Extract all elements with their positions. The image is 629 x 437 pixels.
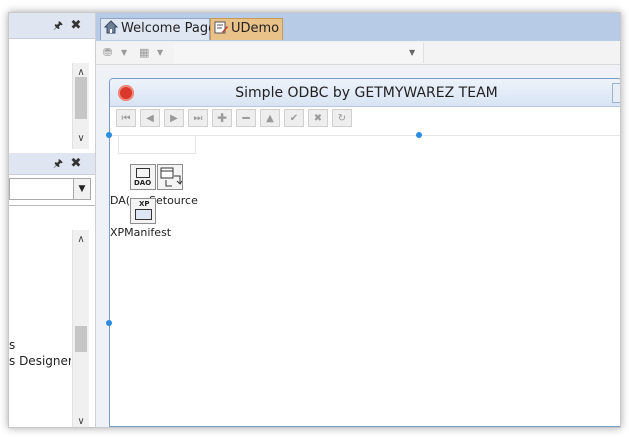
dao-component[interactable]: DAO: [130, 164, 156, 190]
app-logo-icon: [118, 85, 134, 101]
nav-prior-button[interactable]: ◀: [140, 109, 160, 127]
form-designer-window[interactable]: Simple ODBC by GETMYWAREZ TEAM ⏮ ◀ ▶ ⏭ ✚…: [109, 78, 620, 427]
pin-icon[interactable]: 🖈: [51, 18, 65, 34]
component-icon[interactable]: ▦: [139, 45, 149, 61]
component-badge: DAO: [134, 179, 152, 187]
chevron-down-icon[interactable]: ▼: [121, 45, 127, 61]
component-label-xpmanifest: XPManifest: [110, 226, 172, 239]
document-tab-strip: Welcome Page UDemo: [96, 13, 620, 41]
selection-handle[interactable]: [416, 132, 422, 138]
lower-pane-list: s s Designer ∧ ∨: [9, 205, 95, 427]
scroll-up-icon[interactable]: ∧: [73, 234, 89, 246]
window-icon: [136, 168, 150, 178]
nav-next-button[interactable]: ▶: [164, 109, 184, 127]
upper-scrollbar[interactable]: ∧ ∨: [72, 63, 89, 149]
grid-header-stub: [118, 136, 196, 154]
lower-pane-header: 🖈 ✖: [9, 153, 95, 175]
datasource-icon: [160, 167, 182, 187]
nav-insert-button[interactable]: ✚: [212, 109, 232, 127]
nav-delete-button[interactable]: ━: [236, 109, 256, 127]
home-icon: [104, 20, 118, 34]
nav-last-button[interactable]: ⏭: [188, 109, 208, 127]
scroll-down-icon[interactable]: ∨: [73, 133, 89, 145]
db-navigator: ⏮ ◀ ▶ ⏭ ✚ ━ ▲ ✔ ✖ ↻: [116, 109, 360, 129]
upper-pane-body: ∧ ∨: [9, 39, 95, 149]
database-icon[interactable]: ⛃: [103, 45, 112, 61]
form-title: Simple ODBC by GETMYWAREZ TEAM: [235, 85, 498, 101]
chevron-down-icon[interactable]: ▼: [157, 45, 163, 61]
object-selector-combo[interactable]: ▼: [174, 43, 424, 63]
component-label-datasource: Setource: [149, 194, 198, 207]
scroll-thumb[interactable]: [75, 77, 87, 119]
datasource-component[interactable]: [157, 164, 183, 190]
form-client-area[interactable]: DAO DA( Setource XP XPManifest: [110, 135, 620, 426]
close-icon[interactable]: ✖: [69, 18, 83, 34]
list-item-label: s Designer: [9, 354, 71, 368]
selection-handle[interactable]: [106, 132, 112, 138]
pin-icon[interactable]: 🖈: [51, 156, 65, 172]
tab-udemo[interactable]: UDemo: [210, 18, 283, 40]
nav-first-button[interactable]: ⏮: [116, 109, 136, 127]
list-item-label: s: [9, 338, 16, 352]
ide-window: 🖈 ✖ ∧ ∨ 🖈 ✖ ▼ s s Designer ∧ ∨ Welcome P…: [8, 12, 621, 428]
scroll-down-icon[interactable]: ∨: [73, 416, 89, 427]
close-icon[interactable]: ✖: [69, 156, 83, 172]
nav-cancel-button[interactable]: ✖: [308, 109, 328, 127]
title-button[interactable]: [612, 83, 620, 103]
chevron-down-icon[interactable]: ▼: [409, 45, 415, 61]
window-icon: [135, 209, 152, 220]
component-badge: XP: [139, 200, 150, 208]
lower-scrollbar[interactable]: ∧ ∨: [72, 230, 89, 427]
combo-dropdown-button[interactable]: ▼: [73, 179, 90, 199]
component-label-dao: DA(: [110, 194, 131, 207]
xpmanifest-component[interactable]: XP: [130, 198, 156, 224]
list-item[interactable]: s: [9, 338, 69, 352]
component-filter-combo[interactable]: ▼: [9, 178, 91, 200]
designer-workspace: Simple ODBC by GETMYWAREZ TEAM ⏮ ◀ ▶ ⏭ ✚…: [96, 65, 620, 427]
selection-handle[interactable]: [106, 320, 112, 326]
list-item[interactable]: s Designer: [9, 354, 71, 370]
tab-label: UDemo: [231, 21, 280, 36]
tab-label: Welcome Page: [121, 21, 217, 36]
scroll-thumb[interactable]: [75, 326, 87, 352]
nav-edit-button[interactable]: ▲: [260, 109, 280, 127]
designer-toolbar: ⛃ ▼ ▦ ▼ ▼: [96, 41, 620, 65]
form-edit-icon: [214, 21, 228, 34]
tab-welcome-page[interactable]: Welcome Page: [100, 18, 216, 40]
form-title-bar[interactable]: Simple ODBC by GETMYWAREZ TEAM: [110, 79, 620, 107]
nav-post-button[interactable]: ✔: [284, 109, 304, 127]
left-dock: 🖈 ✖ ∧ ∨ 🖈 ✖ ▼ s s Designer ∧ ∨: [9, 13, 96, 427]
nav-refresh-button[interactable]: ↻: [332, 109, 352, 127]
upper-pane-header: 🖈 ✖: [9, 13, 95, 39]
